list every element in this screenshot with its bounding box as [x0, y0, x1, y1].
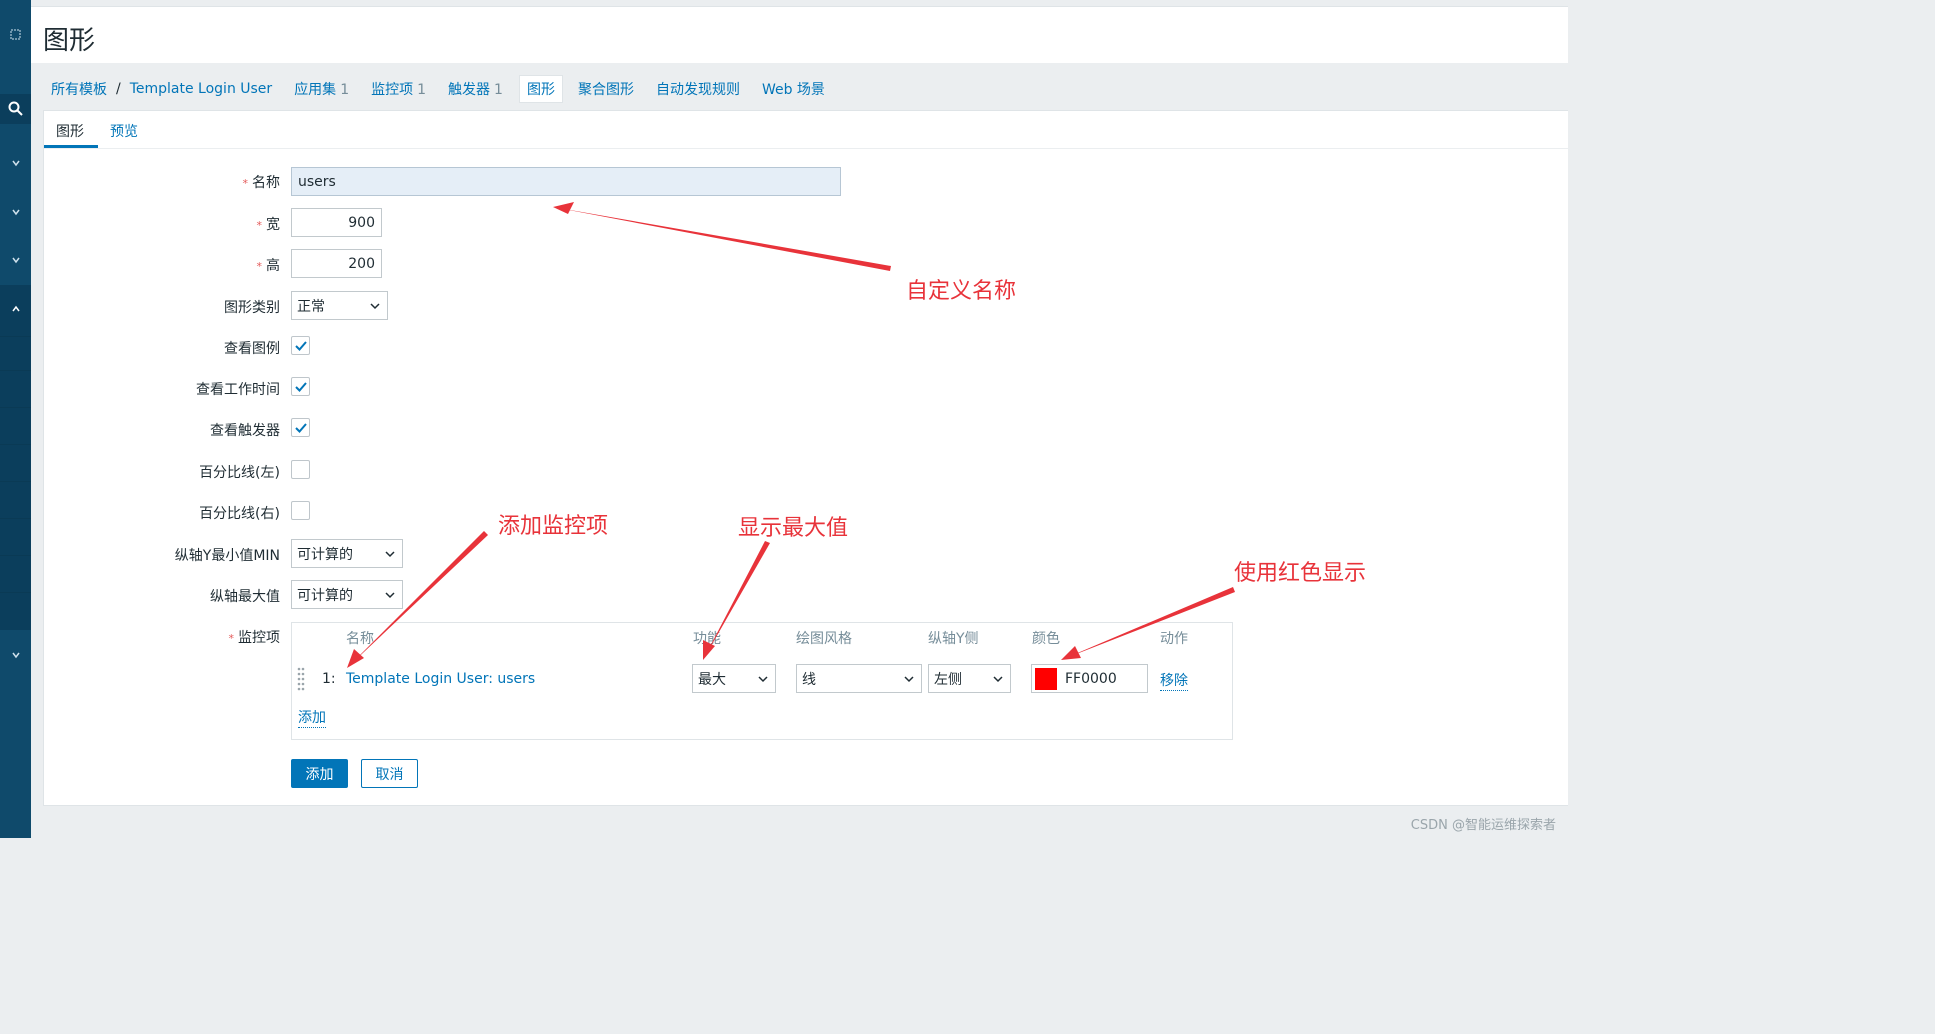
- item-name-link[interactable]: Template Login User: users: [346, 671, 535, 687]
- tab-discovery-rules[interactable]: 自动发现规则: [656, 79, 740, 99]
- show-working-time-checkbox[interactable]: [291, 377, 310, 396]
- show-working-time-label: 查看工作时间: [196, 382, 280, 398]
- ymin-label: 纵轴Y最小值MIN: [174, 548, 280, 564]
- checkmark-icon: [294, 422, 307, 433]
- graph-type-label: 图形类别: [224, 300, 280, 316]
- checkmark-icon: [294, 340, 307, 351]
- chevron-down-icon: [904, 675, 914, 682]
- form-subtabs: 图形 预览: [44, 111, 1569, 149]
- chevron-down-icon: [385, 550, 395, 557]
- chevron-down-icon[interactable]: [0, 644, 31, 666]
- tab-screens[interactable]: 聚合图形: [578, 79, 634, 99]
- ymin-select[interactable]: 可计算的: [291, 539, 403, 568]
- item-row-index: 1:: [322, 671, 336, 687]
- add-item-link[interactable]: 添加: [298, 707, 326, 728]
- cancel-button[interactable]: 取消: [361, 759, 418, 788]
- tab-graphs[interactable]: 图形: [518, 75, 563, 103]
- column-header-action: 动作: [1160, 631, 1188, 647]
- breadcrumb-separator: /: [116, 81, 121, 97]
- page-header: 图形: [31, 6, 1568, 63]
- column-header-color: 颜色: [1032, 631, 1060, 647]
- column-header-name: 名称: [346, 631, 374, 647]
- collapse-icon[interactable]: [0, 24, 31, 46]
- column-header-function: 功能: [693, 631, 721, 647]
- watermark: CSDN @智能运维探索者: [1410, 818, 1556, 833]
- item-draw-style-select[interactable]: 线: [796, 664, 922, 693]
- name-label: * 名称: [242, 175, 281, 191]
- side-navigation: [0, 0, 31, 838]
- drag-handle-icon[interactable]: [297, 667, 305, 691]
- percentile-right-checkbox[interactable]: [291, 501, 310, 520]
- item-color-input[interactable]: FF0000: [1031, 664, 1148, 693]
- add-button[interactable]: 添加: [291, 759, 348, 788]
- show-triggers-label: 查看触发器: [210, 423, 280, 439]
- column-header-draw-style: 绘图风格: [796, 631, 852, 647]
- search-icon[interactable]: [0, 94, 31, 124]
- annotation-show-max: 显示最大值: [738, 516, 849, 541]
- tab-triggers[interactable]: 触发器 1: [448, 79, 503, 99]
- items-label: * 监控项: [228, 630, 281, 646]
- subtab-graph[interactable]: 图形: [56, 121, 84, 141]
- chevron-down-icon: [370, 302, 380, 309]
- percentile-right-label: 百分比线(右): [199, 506, 280, 522]
- remove-item-link[interactable]: 移除: [1160, 670, 1188, 691]
- active-tab-indicator: [44, 145, 98, 148]
- annotation-custom-name: 自定义名称: [906, 279, 1017, 304]
- name-input[interactable]: users: [291, 167, 841, 196]
- ymax-label: 纵轴最大值: [210, 589, 280, 605]
- item-y-axis-side-select[interactable]: 左侧: [928, 664, 1011, 693]
- page-title: 图形: [43, 26, 96, 56]
- item-function-select[interactable]: 最大: [692, 664, 776, 693]
- percentile-left-label: 百分比线(左): [199, 465, 280, 481]
- chevron-down-icon: [385, 591, 395, 598]
- ymax-select[interactable]: 可计算的: [291, 580, 403, 609]
- show-triggers-checkbox[interactable]: [291, 418, 310, 437]
- subtab-preview[interactable]: 预览: [110, 121, 138, 141]
- annotation-use-red: 使用红色显示: [1234, 561, 1367, 586]
- checkmark-icon: [294, 381, 307, 392]
- annotation-add-item: 添加监控项: [498, 514, 609, 539]
- tab-web-scenarios[interactable]: Web 场景: [762, 79, 825, 99]
- width-input[interactable]: 900: [291, 208, 382, 237]
- column-header-y-axis-side: 纵轴Y侧: [928, 631, 979, 647]
- show-legend-checkbox[interactable]: [291, 336, 310, 355]
- height-input[interactable]: 200: [291, 249, 382, 278]
- height-label: * 高: [256, 258, 281, 274]
- tab-items[interactable]: 监控项 1: [371, 79, 426, 99]
- color-swatch[interactable]: [1035, 667, 1057, 690]
- breadcrumb-all-templates[interactable]: 所有模板: [51, 79, 107, 99]
- width-label: * 宽: [256, 217, 281, 233]
- show-legend-label: 查看图例: [224, 341, 280, 357]
- breadcrumb: 所有模板 / Template Login User 应用集 1 监控项 1 触发器…: [43, 75, 825, 103]
- chevron-down-icon: [758, 675, 768, 682]
- graph-type-select[interactable]: 正常: [291, 291, 388, 320]
- chevron-down-icon[interactable]: [0, 152, 31, 174]
- percentile-left-checkbox[interactable]: [291, 460, 310, 479]
- breadcrumb-template[interactable]: Template Login User: [130, 81, 272, 97]
- tab-applications[interactable]: 应用集 1: [294, 79, 349, 99]
- chevron-down-icon: [993, 675, 1003, 682]
